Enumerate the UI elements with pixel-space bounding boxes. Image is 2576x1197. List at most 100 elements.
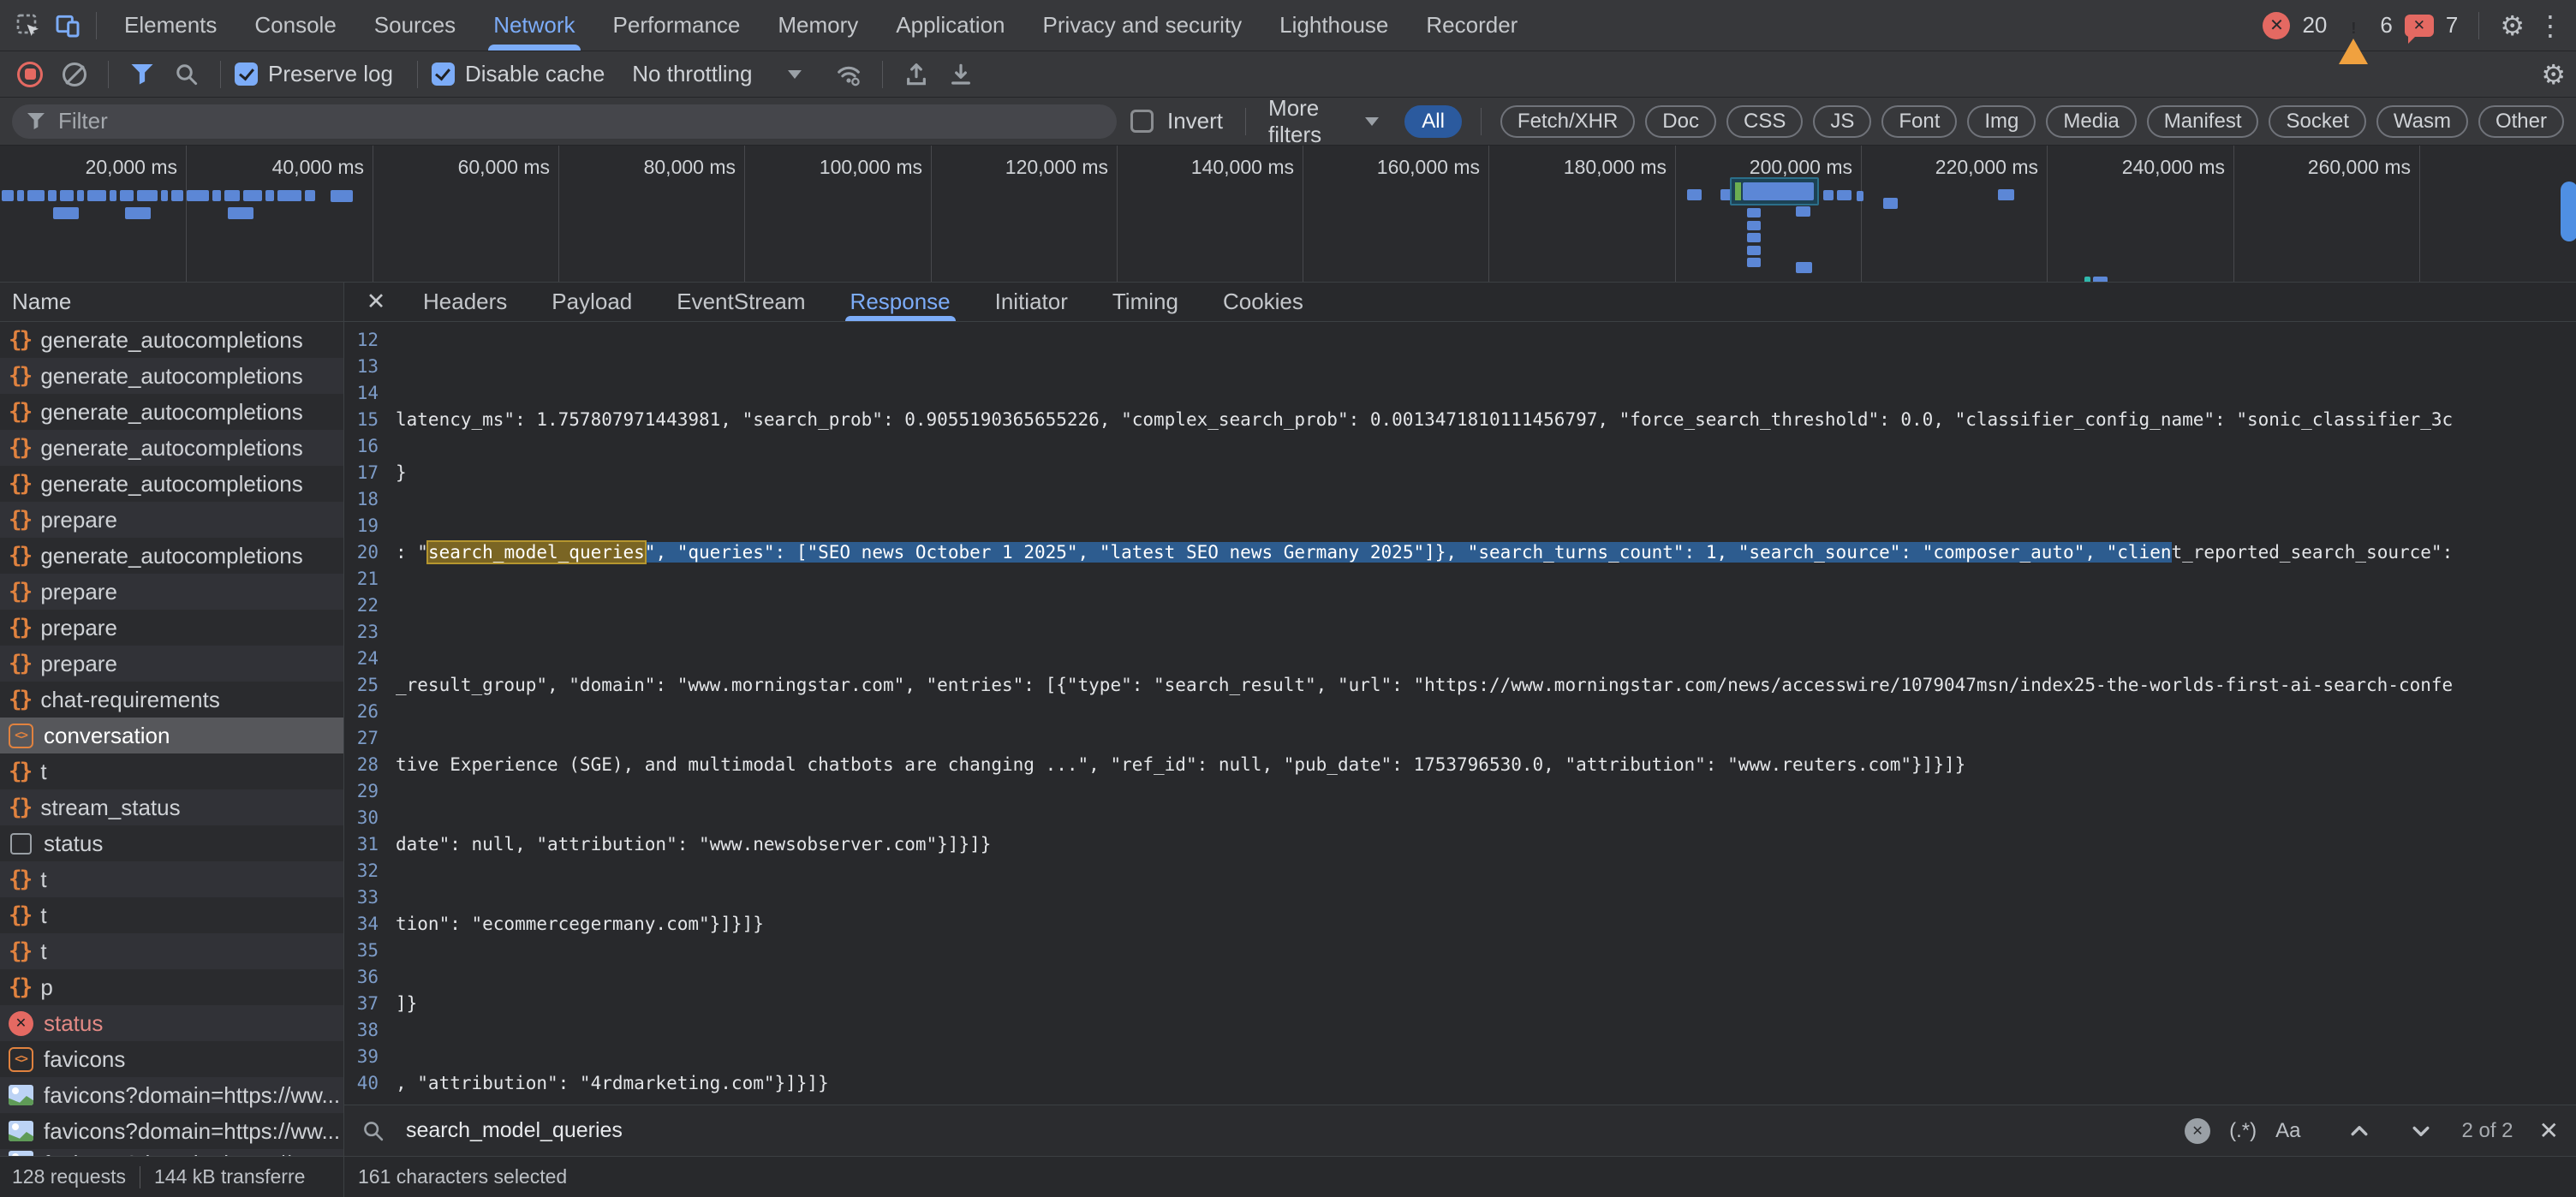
- close-details-icon[interactable]: ✕: [351, 289, 401, 315]
- close-search-icon[interactable]: ✕: [2539, 1117, 2559, 1145]
- chip-all[interactable]: All: [1404, 105, 1462, 138]
- tab-response[interactable]: Response: [828, 283, 973, 321]
- console-warnings-icon[interactable]: !: [2339, 13, 2368, 39]
- request-name: favicons?domain=https://ww...: [44, 1082, 340, 1109]
- tab-cookies[interactable]: Cookies: [1201, 283, 1326, 321]
- request-row[interactable]: <>conversation: [0, 718, 343, 753]
- filter-input[interactable]: [57, 107, 1101, 135]
- clear-search-icon[interactable]: ✕: [2185, 1118, 2210, 1144]
- preserve-log-checkbox[interactable]: [235, 63, 258, 86]
- record-network-log-icon[interactable]: [10, 55, 50, 94]
- chip-fetch-xhr[interactable]: Fetch/XHR: [1500, 105, 1635, 138]
- request-row[interactable]: favicons?domain=https://ww...: [0, 1149, 343, 1156]
- request-row[interactable]: favicons?domain=https://ww...: [0, 1077, 343, 1113]
- line-content: [396, 354, 2576, 380]
- line-content: , "attribution": "4rdmarketing.com"}]}]}: [396, 1070, 2576, 1097]
- request-row[interactable]: <>favicons: [0, 1041, 343, 1077]
- tab-performance[interactable]: Performance: [594, 0, 760, 51]
- tab-headers[interactable]: Headers: [401, 283, 529, 321]
- find-input[interactable]: [404, 1117, 2166, 1144]
- more-filters-button[interactable]: More filters: [1268, 95, 1351, 148]
- request-row[interactable]: {}prepare: [0, 646, 343, 682]
- timeline-tick-label: 60,000 ms: [458, 156, 550, 179]
- kebab-menu-icon[interactable]: ⋮: [2537, 12, 2564, 39]
- chip-img[interactable]: Img: [1967, 105, 2036, 138]
- chip-manifest[interactable]: Manifest: [2147, 105, 2259, 138]
- selected-waterfall-bar[interactable]: [1730, 177, 1819, 205]
- request-row[interactable]: {}t: [0, 753, 343, 789]
- request-row[interactable]: {}generate_autocompletions: [0, 358, 343, 394]
- issues-count[interactable]: 7: [2446, 12, 2458, 39]
- request-row[interactable]: {}prepare: [0, 502, 343, 538]
- tab-eventstream[interactable]: EventStream: [654, 283, 827, 321]
- disable-cache-checkbox[interactable]: [432, 63, 455, 86]
- chip-js[interactable]: JS: [1813, 105, 1871, 138]
- network-conditions-icon[interactable]: [829, 55, 868, 94]
- tab-application[interactable]: Application: [877, 0, 1023, 51]
- chevron-down-icon[interactable]: [1365, 117, 1379, 126]
- request-row[interactable]: {}t: [0, 861, 343, 897]
- request-row[interactable]: {}prepare: [0, 610, 343, 646]
- name-column-header[interactable]: Name: [0, 283, 343, 322]
- request-row[interactable]: {}prepare: [0, 574, 343, 610]
- tab-sources[interactable]: Sources: [355, 0, 474, 51]
- request-row[interactable]: {}generate_autocompletions: [0, 430, 343, 466]
- chevron-down-icon[interactable]: [788, 70, 802, 79]
- tab-lighthouse[interactable]: Lighthouse: [1261, 0, 1407, 51]
- request-name: generate_autocompletions: [40, 363, 302, 390]
- warning-count[interactable]: 6: [2380, 12, 2392, 39]
- request-row[interactable]: {}p: [0, 969, 343, 1005]
- filter-funnel-icon[interactable]: [122, 55, 162, 94]
- invert-checkbox[interactable]: [1130, 110, 1154, 133]
- previous-match-icon[interactable]: [2345, 1117, 2374, 1146]
- match-case-toggle[interactable]: Aa: [2275, 1119, 2300, 1143]
- tab-recorder[interactable]: Recorder: [1407, 0, 1536, 51]
- chip-media[interactable]: Media: [2046, 105, 2136, 138]
- issues-icon[interactable]: ✕: [2405, 15, 2434, 37]
- tab-initiator[interactable]: Initiator: [973, 283, 1090, 321]
- request-row[interactable]: {}stream_status: [0, 789, 343, 825]
- request-row[interactable]: {}t: [0, 897, 343, 933]
- tab-elements[interactable]: Elements: [105, 0, 236, 51]
- code-line: 15latency_ms": 1.757807971443981, "searc…: [344, 407, 2576, 433]
- request-row[interactable]: favicons?domain=https://ww...: [0, 1113, 343, 1149]
- tab-timing[interactable]: Timing: [1090, 283, 1201, 321]
- inspect-element-icon[interactable]: [9, 6, 48, 45]
- network-overview-timeline[interactable]: 20,000 ms40,000 ms60,000 ms80,000 ms100,…: [0, 146, 2576, 283]
- request-row[interactable]: ✕status: [0, 1005, 343, 1041]
- request-row[interactable]: {}generate_autocompletions: [0, 466, 343, 502]
- chip-css[interactable]: CSS: [1726, 105, 1803, 138]
- timeline-scroll-handle[interactable]: [2561, 182, 2576, 241]
- request-row[interactable]: status: [0, 825, 343, 861]
- search-icon[interactable]: [167, 55, 206, 94]
- tab-payload[interactable]: Payload: [529, 283, 654, 321]
- chip-font[interactable]: Font: [1881, 105, 1957, 138]
- error-count[interactable]: 20: [2302, 12, 2327, 39]
- tab-memory[interactable]: Memory: [759, 0, 877, 51]
- throttling-select[interactable]: No throttling: [632, 61, 752, 87]
- chip-socket[interactable]: Socket: [2269, 105, 2365, 138]
- regex-toggle[interactable]: (.*): [2229, 1119, 2257, 1143]
- export-har-icon[interactable]: [941, 55, 981, 94]
- network-settings-gear-icon[interactable]: ⚙: [2541, 61, 2566, 88]
- braces-icon: {}: [9, 471, 30, 497]
- request-row[interactable]: {}t: [0, 933, 343, 969]
- request-row[interactable]: {}generate_autocompletions: [0, 538, 343, 574]
- chip-other[interactable]: Other: [2478, 105, 2564, 138]
- request-row[interactable]: {}chat-requirements: [0, 682, 343, 718]
- filter-input-wrapper[interactable]: [12, 104, 1117, 139]
- device-toolbar-icon[interactable]: [48, 6, 87, 45]
- chip-wasm[interactable]: Wasm: [2376, 105, 2468, 138]
- clear-network-log-icon[interactable]: [55, 55, 94, 94]
- next-match-icon[interactable]: [2406, 1117, 2436, 1146]
- import-har-icon[interactable]: [897, 55, 936, 94]
- tab-network[interactable]: Network: [474, 0, 593, 51]
- request-row[interactable]: {}generate_autocompletions: [0, 394, 343, 430]
- request-row[interactable]: {}generate_autocompletions: [0, 322, 343, 358]
- settings-gear-icon[interactable]: ⚙: [2500, 12, 2525, 39]
- tab-privacy-and-security[interactable]: Privacy and security: [1024, 0, 1261, 51]
- tab-console[interactable]: Console: [236, 0, 355, 51]
- response-code[interactable]: 12131415latency_ms": 1.757807971443981, …: [344, 322, 2576, 1105]
- chip-doc[interactable]: Doc: [1645, 105, 1716, 138]
- console-errors-icon[interactable]: ✕: [2263, 12, 2290, 39]
